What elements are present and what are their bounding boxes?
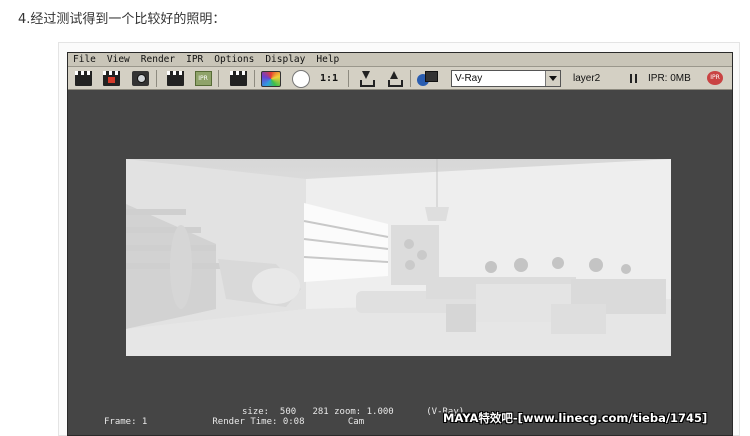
- chevron-down-icon[interactable]: [545, 71, 560, 86]
- renderer-dropdown[interactable]: V-Ray: [451, 70, 561, 87]
- render-time-label: Render Time: 0:08: [212, 417, 305, 427]
- render-all-layers-button[interactable]: [228, 70, 248, 87]
- render-info-line: size: 500 281 zoom: 1.000 (V-Ray): [242, 407, 465, 417]
- render-toolbar: IPR 1:1 V-Ray layer2 IPR: 0MB IPR: [68, 67, 732, 90]
- remove-image-button[interactable]: [383, 70, 403, 87]
- site-watermark: MAYA特效吧-[www.linecg.com/tieba/1745]: [443, 411, 708, 425]
- menu-options[interactable]: Options: [214, 54, 254, 65]
- snapshot-icon: [131, 71, 149, 86]
- keep-image-icon: [357, 71, 375, 87]
- redo-render-icon: [74, 71, 92, 86]
- interior-scene: [126, 159, 671, 356]
- rendered-interior-image: [126, 159, 671, 356]
- camera-label: Cam: [347, 417, 365, 427]
- pause-icon[interactable]: [630, 74, 637, 83]
- render-layer-label: layer2: [573, 73, 601, 84]
- real-size-button[interactable]: 1:1: [318, 70, 340, 87]
- toolbar-divider: [218, 70, 219, 87]
- color-channels-icon: [261, 70, 281, 87]
- ipr-memory-label: IPR: 0MB: [648, 73, 691, 84]
- alpha-channel-button[interactable]: [290, 70, 312, 87]
- render-view-window: File View Render IPR Options Display Hel…: [67, 52, 733, 436]
- tutorial-step-heading: 4.经过测试得到一个比较好的照明：: [18, 12, 226, 27]
- toolbar-divider: [348, 70, 349, 87]
- color-channels-button[interactable]: [260, 70, 282, 87]
- refresh-ipr-button[interactable]: IPR: [194, 70, 212, 87]
- render-view-icon: [417, 70, 438, 87]
- frame-label: Frame: 1: [104, 417, 148, 427]
- ipr-badge-icon[interactable]: IPR: [707, 71, 723, 85]
- remove-image-icon: [385, 71, 403, 87]
- render-region-button[interactable]: [102, 70, 120, 87]
- render-region-icon: [102, 71, 120, 86]
- menu-ipr[interactable]: IPR: [186, 54, 203, 65]
- snapshot-button[interactable]: [130, 70, 150, 87]
- menu-view[interactable]: View: [107, 54, 130, 65]
- menu-display[interactable]: Display: [265, 54, 305, 65]
- render-all-icon: [229, 71, 247, 86]
- menu-render[interactable]: Render: [141, 54, 175, 65]
- ipr-render-button[interactable]: [166, 70, 184, 87]
- ipr-icon: IPR: [194, 71, 212, 86]
- toolbar-divider: [156, 70, 157, 87]
- alpha-channel-icon: [291, 71, 311, 87]
- toolbar-divider: [410, 70, 411, 87]
- ipr-render-icon: [166, 71, 184, 86]
- redo-render-button[interactable]: [74, 70, 92, 87]
- keep-image-button[interactable]: [355, 70, 375, 87]
- menu-help[interactable]: Help: [316, 54, 339, 65]
- render-status-line: Frame: 1 Render Time: 0:08 Cam: [104, 417, 364, 427]
- toolbar-divider: [254, 70, 255, 87]
- renderer-value: V-Ray: [455, 73, 483, 84]
- ratio-label: 1:1: [319, 73, 339, 84]
- menu-file[interactable]: File: [73, 54, 96, 65]
- menu-bar: File View Render IPR Options Display Hel…: [68, 53, 732, 67]
- display-render-view-button[interactable]: [416, 70, 438, 87]
